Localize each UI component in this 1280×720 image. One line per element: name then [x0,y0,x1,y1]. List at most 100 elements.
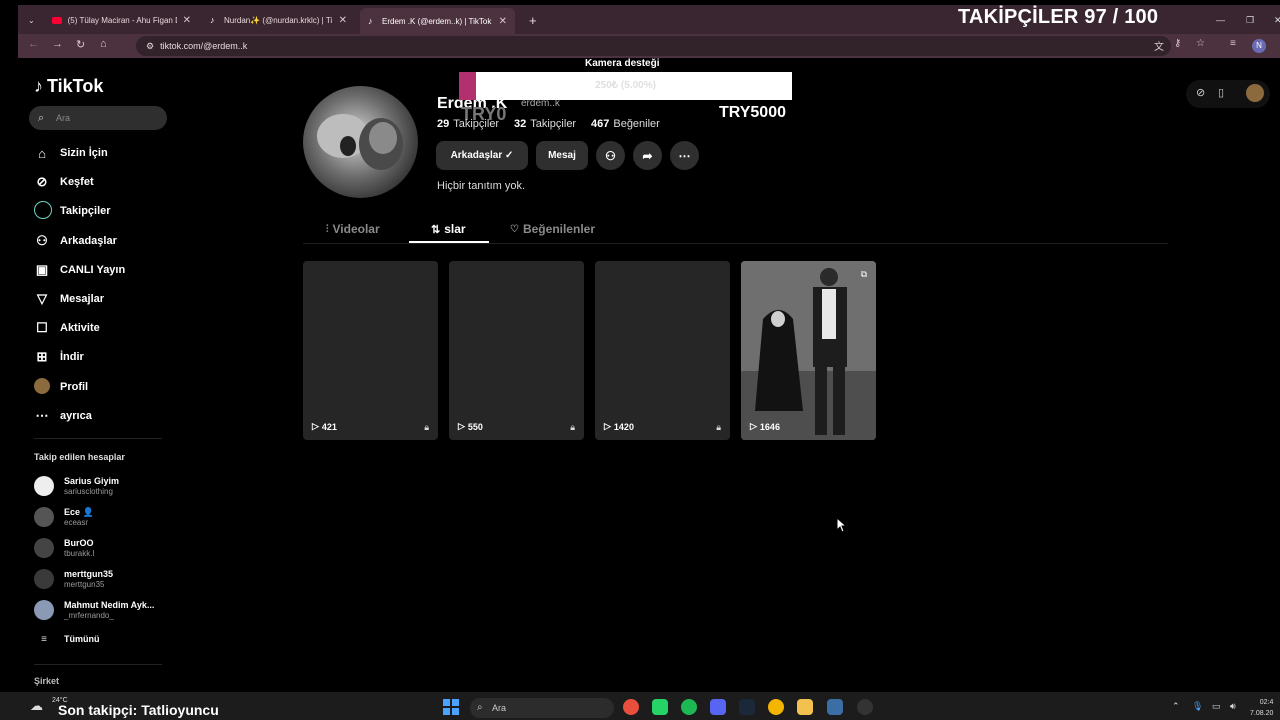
following-account[interactable]: merttgun35 merttgun35 [34,566,113,592]
microphone-icon[interactable]: 🎙︎ [1192,701,1203,712]
password-key-icon[interactable]: ⚷ [1174,38,1181,49]
view-count-value: 550 [467,421,483,432]
sidebar-item-messages[interactable]: ▽ Mesajlar [34,288,104,310]
following-account[interactable]: Sarius Giyim sariusclothing [34,473,119,499]
clock-date: 7.08.20 [1250,710,1274,717]
following-ring-icon [34,200,52,222]
following-stat[interactable]: 32 Takipçiler [514,118,576,130]
sidebar-item-profile[interactable]: Profil [34,376,88,398]
live-icon: ▣ [35,262,49,277]
donation-goal-text: 250₺ (5.00%) [595,80,656,91]
url-text: tiktok.com/@erdem..k [160,41,248,51]
sidebar-item-download[interactable]: ⊞ İndir [34,346,84,368]
download-icon: ⊞ [36,349,48,364]
sidebar-item-label: CANLI Yayın [60,264,126,276]
forward-arrow-icon[interactable]: → [52,38,63,50]
sidebar-item-more[interactable]: ⋯ ayrıca [34,405,92,427]
translate-icon[interactable]: 文 [1154,38,1164,53]
sidebar-item-live[interactable]: ▣ CANLI Yayın [34,259,125,281]
account-handle: eceasr [64,517,89,527]
close-icon[interactable]: ✕ [183,15,191,26]
video-card[interactable]: ▷ 550 🔒︎ [449,261,584,440]
play-icon: ▷ [312,421,319,431]
share-button[interactable]: ➦ [633,141,662,170]
spotify-icon[interactable] [681,699,697,715]
video-card[interactable]: ⧉ ▷ 1646 [741,261,876,440]
video-card[interactable]: ▷ 1420 🔒︎ [595,261,730,440]
close-icon[interactable]: ✕ [339,15,347,26]
obs-icon[interactable] [857,699,873,715]
account-handle: _mrfernando_ [64,610,114,620]
user-avatar[interactable] [1246,84,1264,102]
view-count: ▷ 550 [458,421,483,432]
steam-icon[interactable] [739,699,755,715]
avatar [34,476,54,496]
reload-icon[interactable]: ↻ [76,38,85,51]
friends-button[interactable]: Arkadaşlar ✓ [436,141,528,170]
profile-avatar[interactable]: N [1252,39,1266,53]
taskbar-search-input[interactable]: ⌕ Ara [470,698,614,718]
browser-tab-2[interactable]: ♪ Nurdan✨ (@nurdan.krklc) | Ti ✕ [202,8,355,32]
tab-list-button[interactable]: ⌄ [20,8,42,32]
site-info-icon[interactable]: ⚙ [146,41,154,51]
view-count-value: 1420 [613,421,634,432]
avatar [34,600,54,620]
home-icon[interactable]: ⌂ [100,38,107,50]
sidebar-item-following[interactable]: Takipçiler [34,200,111,222]
tab-videos[interactable]: ⫶ Videolar [326,222,380,236]
taskbar-clock[interactable]: 02:4 7.08.20 [1250,697,1273,719]
youtube-icon [52,16,62,24]
tab-liked[interactable]: ♡ Beğenilenler [510,222,595,236]
add-friend-button[interactable]: ⚇ [596,141,625,170]
heart-icon: ♡ [510,223,519,235]
volume-icon[interactable]: 🔊︎ [1230,701,1236,712]
donation-goal-bar: 250₺ (5.00%) [459,72,792,100]
chrome-profile-icon[interactable] [623,699,639,715]
see-all-link[interactable]: ≡ Tümünü [34,626,99,652]
chrome-icon[interactable] [768,699,784,715]
sidebar-item-explore[interactable]: ⊘ Keşfet [34,171,94,193]
network-icon[interactable]: ▭ [1212,701,1221,712]
minimize-icon[interactable]: — [1216,15,1225,25]
chevron-up-icon[interactable]: ⌃ [1172,701,1180,712]
following-account[interactable]: Mahmut Nedim Ayk... _mrfernando_ [34,597,154,623]
browser-tab-1[interactable]: (5) Tülay Maciran - Ahu Figan D ✕ [44,8,199,32]
close-icon[interactable]: ✕ [499,16,507,27]
search-icon: ⌕ [38,112,45,124]
sidebar-item-label: ayrıca [60,410,92,422]
following-account[interactable]: Ece 👤 eceasr [34,504,94,530]
logo-text: TikTok [47,76,104,96]
app-icon[interactable] [827,699,843,715]
device-icon[interactable]: ▯ [1218,86,1224,99]
whatsapp-icon[interactable] [652,699,668,715]
tab-reposts[interactable]: ⇅ slar [431,222,466,236]
avatar [34,538,54,558]
compass-icon[interactable]: ⊘ [1196,86,1205,99]
file-explorer-icon[interactable] [797,699,813,715]
tab-label: slar [444,222,466,236]
search-input[interactable]: ⌕ Ara [29,106,167,130]
windows-start-icon[interactable] [443,699,459,715]
company-link[interactable]: Şirket [34,676,59,686]
sidebar-item-activity[interactable]: ☐ Aktivite [34,317,100,339]
message-button[interactable]: Mesaj [536,141,588,170]
followers-stat[interactable]: 29 Takipçiler [437,118,499,130]
new-tab-button[interactable]: + [521,8,541,32]
following-account[interactable]: BurOO tburakk.l [34,535,94,561]
browser-tab-3[interactable]: ♪ Erdem .K (@erdem..k) | TikTok ✕ [360,8,515,34]
restore-icon[interactable]: ❐ [1246,15,1254,26]
video-card[interactable]: ▷ 421 🔒︎ [303,261,438,440]
weather-icon[interactable]: ☁ [30,698,43,714]
discord-icon[interactable] [710,699,726,715]
reading-list-icon[interactable]: ≡ [1230,38,1236,49]
bookmark-star-icon[interactable]: ☆ [1196,38,1205,49]
friends-icon: ⚇ [36,233,48,248]
sidebar-item-for-you[interactable]: ⌂ Sizin İçin [34,142,108,164]
sidebar-item-friends[interactable]: ⚇ Arkadaşlar [34,230,117,252]
tiktok-logo[interactable]: ♪ TikTok [34,76,103,97]
back-arrow-icon[interactable]: ← [28,38,39,50]
url-field[interactable]: ⚙ tiktok.com/@erdem..k [136,36,1171,56]
list-icon: ≡ [41,633,47,645]
close-window-icon[interactable]: ✕ [1274,15,1280,26]
more-options-button[interactable]: ⋯ [670,141,699,170]
